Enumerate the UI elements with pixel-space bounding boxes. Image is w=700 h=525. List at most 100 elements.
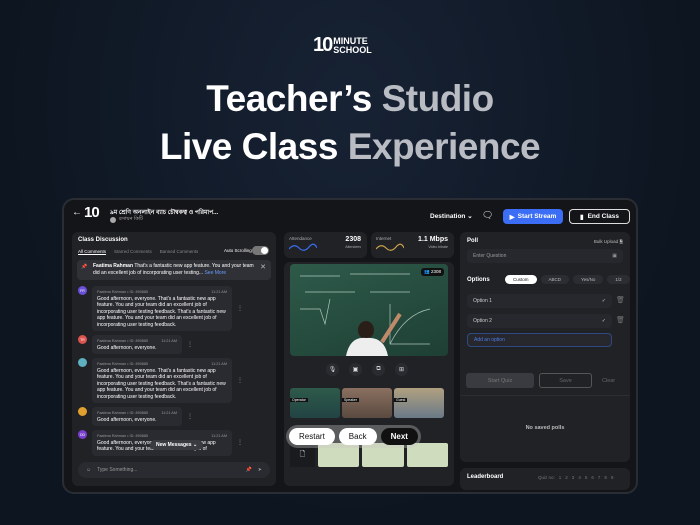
main-video[interactable]: 👥 2308 xyxy=(290,264,448,356)
next-button[interactable]: Next xyxy=(380,428,418,445)
quiz-number-selector: Quiz no: 123456789 xyxy=(538,475,613,480)
message-list[interactable]: FR Faatima Rahman • ID: 890885 11:21 AM Goo… xyxy=(72,282,276,462)
list-item: FR Faatima Rahman • ID: 890885 11:21 AM Goo… xyxy=(78,286,276,331)
delete-icon[interactable]: 🗑 xyxy=(616,316,625,324)
message-meta: Faatima Rahman • ID: 890885 xyxy=(97,411,149,415)
screen-share-icon[interactable]: ⧉ xyxy=(372,363,385,376)
viewer-count-badge: 👥 2308 xyxy=(421,268,444,276)
clear-button[interactable]: Clear xyxy=(602,378,615,384)
question-placeholder: Enter Question xyxy=(473,253,507,259)
microphone-icon[interactable]: 🎙 xyxy=(326,363,339,376)
option-type-custom[interactable]: Custom xyxy=(505,275,537,284)
internet-card: Internet 1.1 Mbps Video bitrate xyxy=(371,232,454,258)
divider xyxy=(460,395,630,396)
quiz-number[interactable]: 3 xyxy=(572,475,575,480)
start-stream-label: Start Stream xyxy=(517,213,557,220)
delete-icon[interactable]: 🗑 xyxy=(616,296,625,304)
hero-line2: Live Class Experience xyxy=(0,126,700,168)
avatar xyxy=(78,358,87,367)
thumbnail-speaker[interactable]: Speaker xyxy=(342,388,392,418)
message-text: Good afternoon, everyone. That's a fanta… xyxy=(97,367,226,400)
pinned-name: Faatima Rahman xyxy=(93,263,134,269)
end-class-button[interactable]: ▮ End Class xyxy=(569,209,630,224)
thumbnail-guest[interactable]: Guest xyxy=(394,388,444,418)
message-text: Good afternoon, everyone. xyxy=(97,416,157,423)
thumb-label: Guest xyxy=(394,398,408,402)
slide-navigation: Restart Back Next xyxy=(286,425,421,448)
message-meta: Faatima Rahman • ID: 890885 xyxy=(97,362,149,366)
options-label: Options xyxy=(467,277,490,283)
see-more-link[interactable]: See More xyxy=(204,270,226,276)
attendance-value: 2308 xyxy=(345,236,361,243)
image-icon[interactable]: ▣ xyxy=(612,253,617,259)
quiz-number[interactable]: 6 xyxy=(591,475,594,480)
option-type-yes-no[interactable]: Yes/No xyxy=(573,275,604,284)
tab-banned-comments[interactable]: Banned Comments xyxy=(160,249,199,255)
more-icon[interactable]: ⋮ xyxy=(237,377,243,384)
pin-icon: 📌 xyxy=(81,264,88,270)
add-option-input[interactable]: Add an option xyxy=(467,333,612,347)
back-arrow-icon[interactable]: ← xyxy=(72,207,82,218)
file-icon: 🗎 xyxy=(619,239,623,244)
destination-label: Destination xyxy=(430,213,466,220)
option-type-half[interactable]: 1/2 xyxy=(607,275,630,284)
quiz-number[interactable]: 4 xyxy=(578,475,581,480)
start-quiz-button[interactable]: Start Quiz xyxy=(466,373,534,388)
internet-value: 1.1 Mbps xyxy=(418,236,448,243)
option-1-input[interactable]: Option 1 ✓ xyxy=(467,294,612,308)
comment-input[interactable]: ☺ Type Something... 📌 ➤ xyxy=(78,462,270,478)
participant-thumbnails: Operator Speaker Guest xyxy=(290,388,444,418)
more-icon[interactable]: ⋮ xyxy=(187,341,193,348)
quiz-number[interactable]: 1 xyxy=(559,475,562,480)
bulk-upload-button[interactable]: Bulk Upload 🗎 xyxy=(594,238,623,246)
class-discussion-panel: Class Discussion All Comments Starred Co… xyxy=(72,232,276,486)
thumbnail-operator[interactable]: Operator xyxy=(290,388,340,418)
attendance-sub: Attendees xyxy=(345,245,361,249)
quiz-number[interactable]: 8 xyxy=(604,475,607,480)
layout-icon[interactable]: ⊞ xyxy=(395,363,408,376)
chat-icon[interactable]: 🗨 xyxy=(482,210,493,221)
save-button[interactable]: Save xyxy=(539,373,592,388)
more-icon[interactable]: ⋮ xyxy=(187,413,193,420)
attendance-wave xyxy=(289,243,317,251)
back-button[interactable]: Back xyxy=(338,428,377,445)
quiz-number[interactable]: 7 xyxy=(598,475,601,480)
new-messages-button[interactable]: New Messages ⌄ xyxy=(150,440,204,450)
auto-scroll-toggle[interactable] xyxy=(252,246,269,255)
camera-icon[interactable]: ▣ xyxy=(349,363,362,376)
bulk-upload-label: Bulk Upload xyxy=(593,239,619,244)
attendance-card: Attendance 2308 Attendees xyxy=(284,232,367,258)
list-item: Faatima Rahman • ID: 890885 11:21 AM Good … xyxy=(78,407,276,426)
option-2-input[interactable]: Option 2 ✓ xyxy=(467,314,612,328)
hero-text: Teacher’s xyxy=(206,78,382,119)
emoji-icon[interactable]: ☺ xyxy=(86,467,91,473)
destination-dropdown[interactable]: Destination ⌄ xyxy=(430,212,473,220)
poll-title: Poll xyxy=(467,238,479,244)
tab-all-comments[interactable]: All Comments xyxy=(78,249,107,255)
pin-icon[interactable]: 📌 xyxy=(246,467,252,473)
quiz-number[interactable]: 5 xyxy=(585,475,588,480)
more-icon[interactable]: ⋮ xyxy=(237,439,243,446)
logo-number: 10 xyxy=(313,34,333,56)
tab-starred-comments[interactable]: Starred Comments xyxy=(114,249,152,255)
option-type-abcd[interactable]: ABCD xyxy=(540,275,570,284)
quiz-number[interactable]: 2 xyxy=(565,475,568,480)
thumb-label: Operator xyxy=(290,398,308,402)
internet-sub: Video bitrate xyxy=(428,245,448,249)
send-icon[interactable]: ➤ xyxy=(258,467,262,473)
check-circle-icon[interactable]: ✓ xyxy=(602,298,606,304)
viewer-count: 2308 xyxy=(430,269,441,274)
more-icon[interactable]: ⋮ xyxy=(237,305,243,312)
quiz-number[interactable]: 9 xyxy=(611,475,614,480)
poll-panel: Poll Bulk Upload 🗎 Enter Question ▣ Optio… xyxy=(460,232,630,462)
restart-button[interactable]: Restart xyxy=(289,428,335,445)
message-time: 11:21 AM xyxy=(161,411,177,415)
close-icon[interactable]: ✕ xyxy=(260,264,266,272)
chalkboard-equations xyxy=(300,273,431,356)
logo-line2: SCHOOL xyxy=(333,44,372,55)
start-stream-button[interactable]: ▶ Start Stream xyxy=(503,209,563,224)
check-circle-icon[interactable]: ✓ xyxy=(602,318,606,324)
exit-icon: ▮ xyxy=(579,213,584,221)
subject-label: রসায়ন কিটি xyxy=(119,216,143,222)
question-input[interactable]: Enter Question ▣ xyxy=(467,249,623,263)
